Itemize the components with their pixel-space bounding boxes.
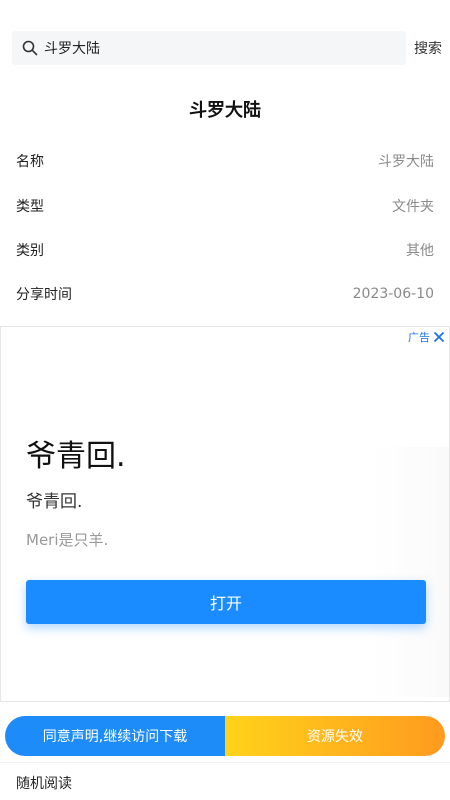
ad-background bbox=[369, 447, 449, 697]
info-value: 文件夹 bbox=[392, 199, 434, 215]
agree-download-button[interactable]: 同意声明,继续访问下载 bbox=[5, 716, 225, 756]
info-row-share-time: 分享时间 2023-06-10 bbox=[16, 282, 434, 306]
info-key: 名称 bbox=[16, 154, 44, 170]
ad-description: Meri是只羊. bbox=[26, 531, 109, 549]
search-bar[interactable]: 斗罗大陆 bbox=[12, 31, 406, 65]
info-value: 斗罗大陆 bbox=[378, 154, 434, 170]
divider bbox=[0, 762, 450, 763]
ad-subheadline: 爷青回. bbox=[26, 492, 83, 512]
close-icon[interactable] bbox=[433, 331, 445, 343]
ad-label: 广告 bbox=[408, 331, 430, 344]
info-row-type: 类型 文件夹 bbox=[16, 194, 434, 218]
search-button[interactable]: 搜索 bbox=[414, 38, 442, 58]
random-read-heading: 随机阅读 bbox=[16, 776, 72, 792]
report-invalid-button[interactable]: 资源失效 bbox=[225, 716, 445, 756]
search-icon bbox=[22, 40, 38, 56]
ad-headline: 爷青回. bbox=[26, 439, 126, 474]
info-key: 类别 bbox=[16, 243, 44, 259]
page-title: 斗罗大陆 bbox=[189, 100, 261, 121]
info-row-name: 名称 斗罗大陆 bbox=[16, 149, 434, 173]
search-input[interactable]: 斗罗大陆 bbox=[44, 38, 100, 58]
info-key: 分享时间 bbox=[16, 287, 72, 303]
ad-badge[interactable]: 广告 bbox=[408, 329, 445, 345]
info-value: 其他 bbox=[406, 243, 434, 259]
ad-open-button[interactable]: 打开 bbox=[26, 580, 426, 624]
ad-banner[interactable]: 广告 爷青回. 爷青回. Meri是只羊. 打开 bbox=[0, 326, 450, 702]
info-value: 2023-06-10 bbox=[352, 286, 434, 302]
info-key: 类型 bbox=[16, 199, 44, 215]
info-row-category: 类别 其他 bbox=[16, 238, 434, 262]
action-bar: 同意声明,继续访问下载 资源失效 bbox=[5, 716, 445, 756]
